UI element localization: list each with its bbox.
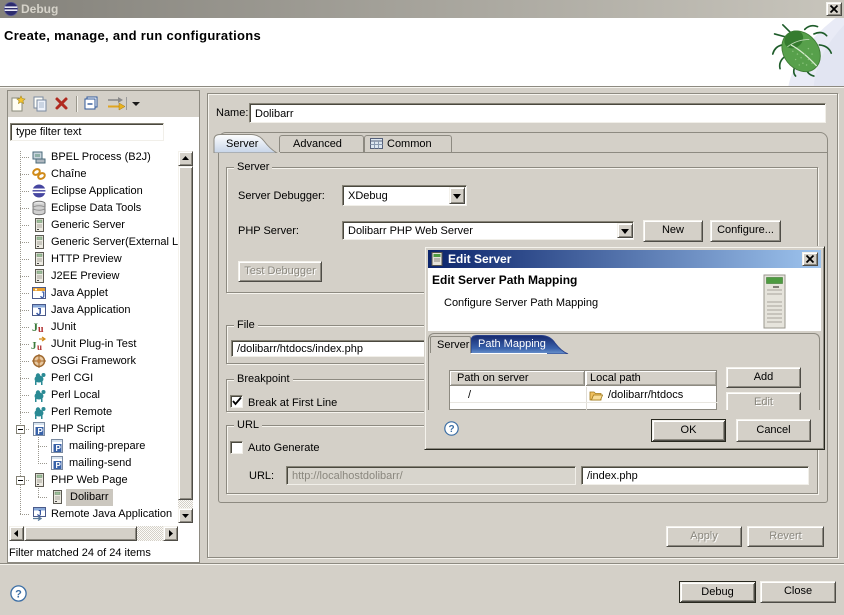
svg-text:P: P [38, 427, 44, 436]
svg-text:u: u [37, 342, 42, 352]
svg-text:?: ? [448, 424, 454, 435]
svg-text:J: J [36, 307, 42, 318]
svg-text:?: ? [15, 588, 22, 600]
svg-text:u: u [38, 324, 44, 335]
svg-text:P: P [56, 461, 62, 470]
svg-text:P: P [56, 444, 62, 453]
svg-text:J: J [40, 290, 45, 300]
